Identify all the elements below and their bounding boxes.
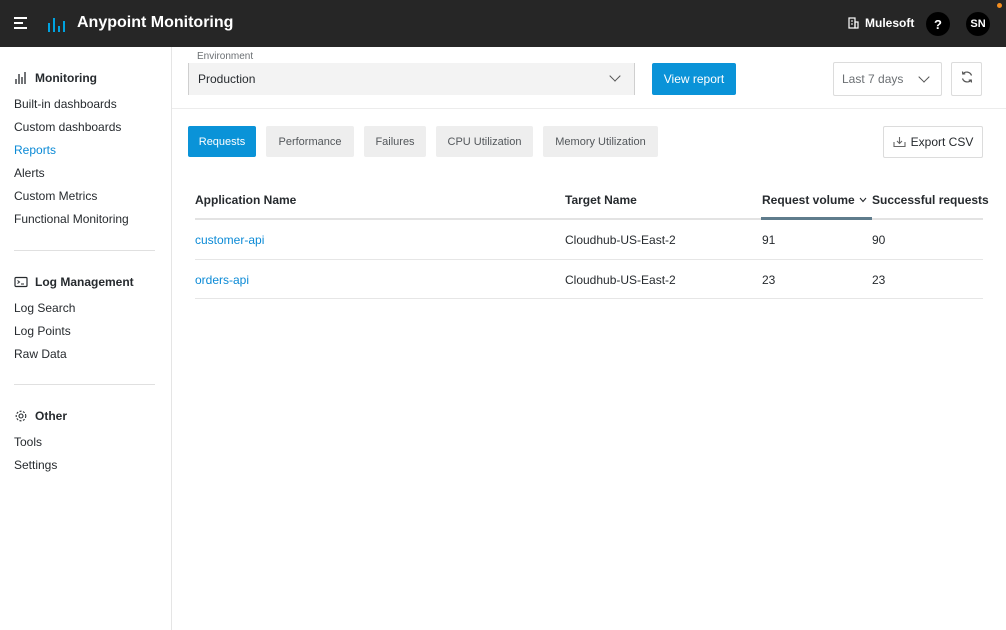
building-icon <box>848 17 859 29</box>
sidebar-section-other: Other <box>14 409 67 423</box>
column-header-application-name[interactable]: Application Name <box>195 193 296 207</box>
org-switcher[interactable]: Mulesoft <box>848 16 914 30</box>
sidebar-item-tools[interactable]: Tools <box>14 435 42 449</box>
request-volume-cell: 23 <box>762 273 776 287</box>
export-csv-button[interactable]: Export CSV <box>883 126 983 158</box>
monitoring-logo-icon <box>48 16 66 32</box>
environment-select[interactable]: Production <box>188 63 635 95</box>
sidebar-divider <box>14 384 155 385</box>
date-range-select[interactable]: Last 7 days <box>833 62 942 96</box>
sidebar-item-functional-monitoring[interactable]: Functional Monitoring <box>14 212 129 226</box>
environment-label: Environment <box>197 51 254 62</box>
successful-requests-cell: 23 <box>872 273 886 287</box>
target-name-cell: Cloudhub-US-East-2 <box>565 273 676 287</box>
app-title[interactable]: Anypoint Monitoring <box>77 14 233 32</box>
refresh-button[interactable] <box>951 62 982 96</box>
column-header-successful-requests[interactable]: Successful requests <box>872 193 989 207</box>
sidebar-item-built-in-dashboards[interactable]: Built-in dashboards <box>14 97 117 111</box>
sidebar-item-custom-metrics[interactable]: Custom Metrics <box>14 189 97 203</box>
chevron-down-icon <box>609 70 621 82</box>
sidebar-item-log-search[interactable]: Log Search <box>14 301 75 315</box>
sorted-column-indicator <box>761 217 872 220</box>
tab-requests[interactable]: Requests <box>188 126 256 157</box>
tab-failures[interactable]: Failures <box>364 126 426 157</box>
terminal-icon <box>14 275 28 289</box>
section-title: Monitoring <box>35 71 97 85</box>
section-title: Log Management <box>35 275 134 289</box>
section-title: Other <box>35 409 68 423</box>
help-button[interactable]: ? <box>926 12 950 36</box>
target-name-cell: Cloudhub-US-East-2 <box>565 233 676 247</box>
sidebar-item-log-points[interactable]: Log Points <box>14 324 71 338</box>
sidebar-item-alerts[interactable]: Alerts <box>14 166 45 180</box>
table-row-divider <box>195 298 983 299</box>
sidebar-item-reports[interactable]: Reports <box>14 143 56 157</box>
sidebar-item-settings[interactable]: Settings <box>14 458 57 472</box>
column-header-target-name[interactable]: Target Name <box>565 193 637 207</box>
sidebar-item-custom-dashboards[interactable]: Custom dashboards <box>14 120 121 134</box>
org-name: Mulesoft <box>865 16 915 30</box>
chevron-down-icon <box>918 71 930 83</box>
export-label: Export CSV <box>910 135 974 149</box>
sidebar-divider <box>14 250 155 251</box>
request-volume-cell: 91 <box>762 233 776 247</box>
view-report-button[interactable]: View report <box>652 63 736 95</box>
user-avatar[interactable]: SN <box>966 12 990 36</box>
sidebar: Monitoring Built-in dashboards Custom da… <box>0 47 172 630</box>
sidebar-item-raw-data[interactable]: Raw Data <box>14 347 67 361</box>
application-name-link[interactable]: customer-api <box>195 233 264 247</box>
sort-descending-icon <box>859 197 867 203</box>
bar-chart-icon <box>14 71 28 85</box>
date-range-value: Last 7 days <box>842 72 904 86</box>
column-header-label: Request volume <box>762 193 855 207</box>
download-icon <box>893 136 906 148</box>
toolbar-divider <box>172 108 1006 109</box>
top-navigation-bar: Anypoint Monitoring Mulesoft ? SN <box>0 0 1006 47</box>
notification-dot <box>997 3 1002 8</box>
column-header-request-volume[interactable]: Request volume <box>762 193 867 207</box>
successful-requests-cell: 90 <box>872 233 886 247</box>
sidebar-section-log-management: Log Management <box>14 275 134 289</box>
tab-memory-utilization[interactable]: Memory Utilization <box>543 126 658 157</box>
tab-performance[interactable]: Performance <box>266 126 354 157</box>
sidebar-section-monitoring: Monitoring <box>14 71 97 85</box>
environment-value: Production <box>198 72 256 86</box>
refresh-icon <box>960 70 974 89</box>
tab-cpu-utilization[interactable]: CPU Utilization <box>436 126 533 157</box>
table-row-divider <box>195 259 983 260</box>
gear-icon <box>14 409 28 423</box>
menu-icon[interactable] <box>14 16 28 30</box>
application-name-link[interactable]: orders-api <box>195 273 249 287</box>
